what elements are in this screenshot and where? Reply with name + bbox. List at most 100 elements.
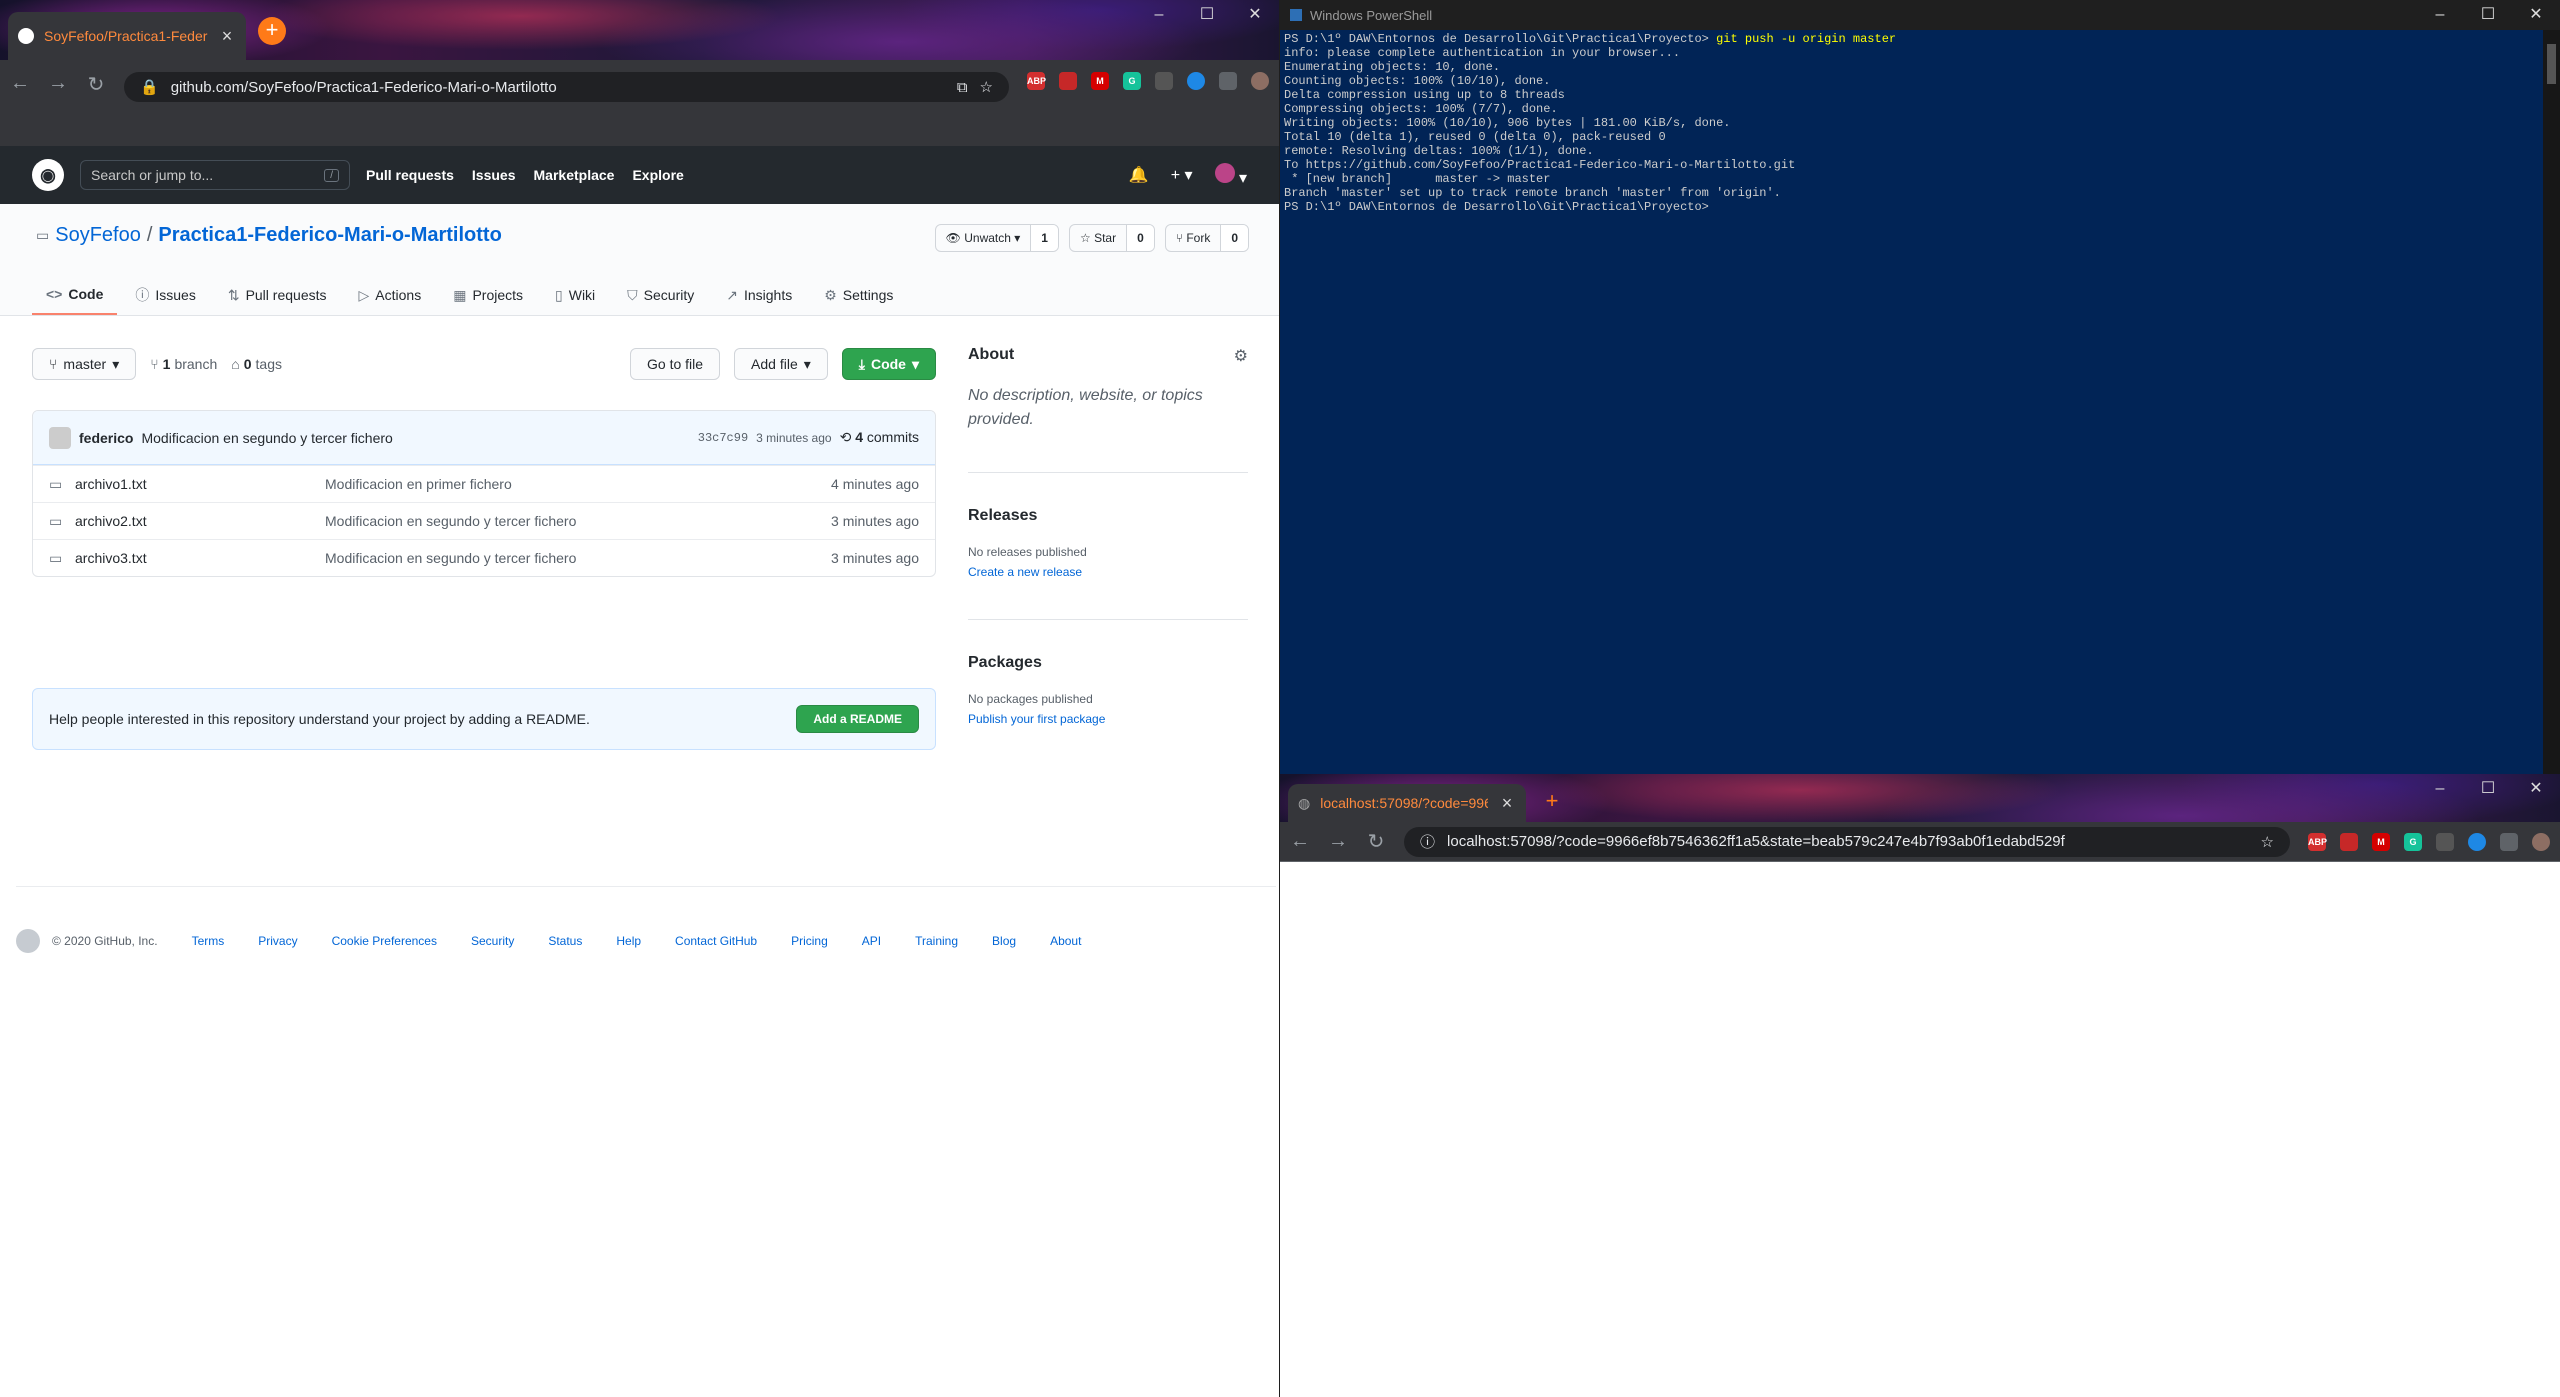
star-button[interactable]: ☆ Star 0: [1068, 224, 1155, 252]
pen-icon[interactable]: [2436, 832, 2454, 851]
pen-icon[interactable]: [1155, 72, 1173, 90]
maximize-icon[interactable]: ☐: [2464, 774, 2512, 804]
minimize-icon[interactable]: –: [2416, 774, 2464, 804]
footer-link-blog[interactable]: Blog: [992, 934, 1016, 948]
footer-link-status[interactable]: Status: [548, 934, 582, 948]
tab-security[interactable]: ⛉ Security: [613, 275, 708, 315]
mega-icon[interactable]: M: [2372, 832, 2390, 851]
close-icon[interactable]: ×: [218, 26, 236, 47]
fork-button[interactable]: ⑂ Fork 0: [1164, 224, 1249, 252]
code-button[interactable]: ⤓ Code ▾: [841, 348, 936, 380]
add-readme-button[interactable]: Add a README: [796, 705, 919, 733]
minimize-icon[interactable]: –: [2416, 0, 2464, 30]
avatar[interactable]: ▾: [1214, 162, 1247, 188]
packages-heading[interactable]: Packages: [968, 654, 1248, 672]
create-release-link[interactable]: Create a new release: [968, 565, 1248, 579]
footer-link-cookies[interactable]: Cookie Preferences: [332, 934, 437, 948]
back-icon[interactable]: ←: [1290, 830, 1310, 853]
grammarly-icon[interactable]: G: [2404, 832, 2422, 851]
bookmark-star-icon[interactable]: ☆: [2261, 833, 2274, 851]
file-name[interactable]: archivo3.txt: [65, 550, 325, 566]
forward-icon[interactable]: →: [1328, 830, 1348, 853]
star-count[interactable]: 0: [1126, 225, 1154, 251]
footer-link-contact[interactable]: Contact GitHub: [675, 934, 757, 948]
adblock-icon[interactable]: ABP: [1027, 72, 1046, 90]
github-logo-icon[interactable]: [16, 929, 40, 953]
close-window-icon[interactable]: ✕: [1231, 0, 1279, 30]
go-to-file-button[interactable]: Go to file: [630, 348, 721, 380]
tab-actions[interactable]: ▷ Actions: [345, 275, 436, 315]
tab-projects[interactable]: ▦ Projects: [439, 275, 537, 315]
scrollbar-thumb[interactable]: [2547, 44, 2556, 84]
branch-count-link[interactable]: ⑂ 1 branch: [150, 356, 217, 372]
commits-link[interactable]: ⟲ 4 commits: [840, 429, 919, 446]
mega-icon[interactable]: M: [1091, 72, 1109, 90]
back-icon[interactable]: ←: [10, 72, 30, 95]
commit-message[interactable]: Modificacion en segundo y tercer fichero: [141, 430, 689, 446]
reload-icon[interactable]: ↻: [86, 72, 106, 97]
maximize-icon[interactable]: ☐: [2464, 0, 2512, 30]
address-bar[interactable]: ⓘ localhost:57098/?code=9966ef8b7546362f…: [1404, 826, 2290, 857]
minimize-icon[interactable]: –: [1135, 0, 1183, 30]
tab-settings[interactable]: ⚙ Settings: [810, 275, 907, 315]
close-window-icon[interactable]: ✕: [2512, 774, 2560, 804]
close-window-icon[interactable]: ✕: [2512, 0, 2560, 30]
repo-name-link[interactable]: Practica1-Federico-Mari-o-Martilotto: [158, 224, 501, 247]
plus-dropdown-icon[interactable]: + ▾: [1171, 165, 1193, 185]
nav-explore[interactable]: Explore: [632, 167, 683, 183]
puzzle-icon[interactable]: [2500, 832, 2518, 851]
tab-issues[interactable]: ⓘ Issues: [121, 275, 209, 315]
avatar[interactable]: [49, 426, 71, 449]
close-icon[interactable]: ×: [1498, 793, 1516, 814]
puzzle-icon[interactable]: [1219, 72, 1237, 90]
vpn-icon[interactable]: [1187, 72, 1205, 90]
file-commit-message[interactable]: Modificacion en segundo y tercer fichero: [325, 550, 831, 566]
tab-wiki[interactable]: ▯ Wiki: [541, 275, 609, 315]
publish-package-link[interactable]: Publish your first package: [968, 712, 1248, 726]
bell-icon[interactable]: 🔔: [1129, 165, 1149, 185]
scrollbar[interactable]: [2543, 30, 2560, 774]
footer-link-pricing[interactable]: Pricing: [791, 934, 828, 948]
unwatch-button[interactable]: 👁 Unwatch ▾ 1: [934, 224, 1059, 252]
watch-count[interactable]: 1: [1030, 225, 1058, 251]
adblock-icon[interactable]: ABP: [2308, 832, 2327, 851]
footer-link-terms[interactable]: Terms: [192, 934, 225, 948]
tab-pull-requests[interactable]: ⇅ Pull requests: [214, 275, 341, 315]
tab-insights[interactable]: ↗ Insights: [712, 275, 806, 315]
commit-author[interactable]: federico: [79, 430, 133, 446]
add-file-button[interactable]: Add file ▾: [734, 348, 828, 380]
new-tab-button[interactable]: +: [1538, 788, 1566, 816]
shield-icon[interactable]: [1059, 72, 1077, 90]
browser-tab-localhost[interactable]: ◍ localhost:57098/?code=9966ef8 ×: [1288, 784, 1526, 822]
footer-link-about[interactable]: About: [1050, 934, 1081, 948]
tags-link[interactable]: ⌂ 0 tags: [231, 356, 282, 372]
nav-marketplace[interactable]: Marketplace: [534, 167, 615, 183]
file-name[interactable]: archivo1.txt: [65, 476, 325, 492]
browser-tab-github[interactable]: SoyFefoo/Practica1-Federico-Ma ×: [8, 12, 246, 60]
file-name[interactable]: archivo2.txt: [65, 513, 325, 529]
github-logo-icon[interactable]: ◉: [32, 159, 64, 191]
releases-heading[interactable]: Releases: [968, 507, 1248, 525]
footer-link-privacy[interactable]: Privacy: [258, 934, 297, 948]
gear-icon[interactable]: ⚙: [1234, 346, 1248, 366]
profile-avatar-icon[interactable]: [1251, 72, 1269, 90]
search-input[interactable]: Search or jump to... /: [80, 160, 350, 190]
nav-issues[interactable]: Issues: [472, 167, 516, 183]
maximize-icon[interactable]: ☐: [1183, 0, 1231, 30]
footer-link-training[interactable]: Training: [915, 934, 958, 948]
repo-owner-link[interactable]: SoyFefoo: [55, 224, 141, 247]
translate-icon[interactable]: ⧉: [957, 79, 968, 96]
profile-avatar-icon[interactable]: [2532, 832, 2550, 851]
bookmark-star-icon[interactable]: ☆: [980, 78, 993, 96]
tab-code[interactable]: <> Code: [32, 275, 118, 315]
commit-sha[interactable]: 33c7c99: [698, 431, 748, 445]
file-commit-message[interactable]: Modificacion en segundo y tercer fichero: [325, 513, 831, 529]
footer-link-security[interactable]: Security: [471, 934, 514, 948]
footer-link-api[interactable]: API: [862, 934, 881, 948]
branch-selector[interactable]: ⑂ master ▾: [32, 348, 137, 380]
nav-pull-requests[interactable]: Pull requests: [366, 167, 454, 183]
powershell-window[interactable]: Windows PowerShell – ☐ ✕ PS D:\1º DAW\En…: [1280, 0, 2560, 774]
file-commit-message[interactable]: Modificacion en primer fichero: [325, 476, 831, 492]
grammarly-icon[interactable]: G: [1123, 72, 1141, 90]
footer-link-help[interactable]: Help: [616, 934, 641, 948]
